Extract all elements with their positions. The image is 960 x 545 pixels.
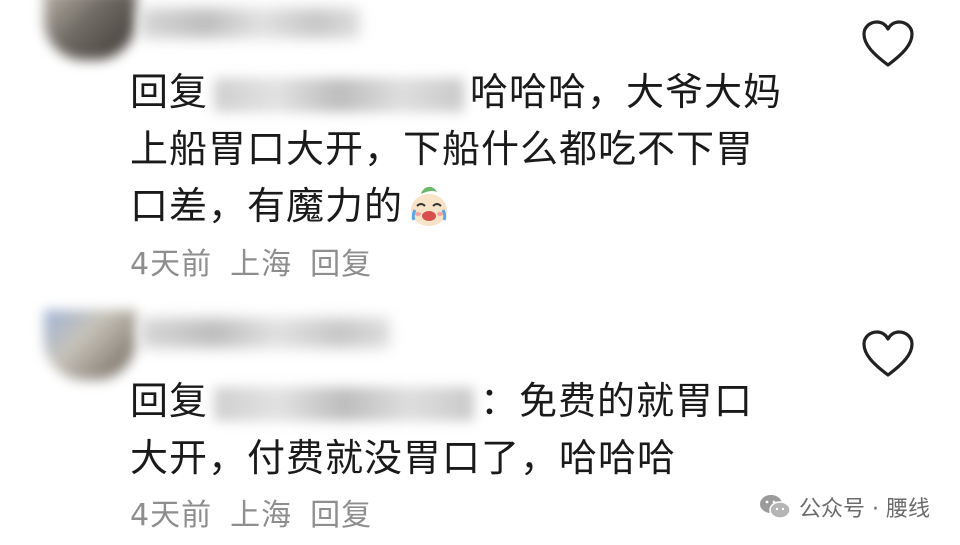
reply-button[interactable]: 回复 — [310, 247, 372, 282]
comment-time: 4天前 — [130, 498, 213, 533]
watermark: 公众号 · 腰线 — [759, 491, 930, 523]
crying-laughing-emoji-icon — [411, 186, 448, 226]
avatar[interactable] — [44, 310, 136, 380]
reply-target-redacted[interactable] — [214, 386, 475, 421]
comment-item: 回复 哈哈哈，大爷大妈上船胃口大开，下船什么都吃不下胃口差，有魔力的 4天前 上海回… — [0, 0, 960, 300]
avatar[interactable] — [44, 0, 136, 60]
comment-location: 上海 — [230, 498, 293, 533]
reply-target-redacted[interactable] — [214, 77, 465, 112]
like-heart-icon[interactable] — [860, 18, 916, 70]
comment-meta: 4天前 上海 回复 — [130, 490, 390, 534]
reply-button[interactable]: 回复 — [310, 498, 372, 533]
reply-prefix: 回复 — [130, 379, 209, 423]
like-heart-icon[interactable] — [860, 328, 916, 380]
watermark-text: 公众号 · 腰线 — [799, 497, 930, 522]
comment-text: 回复 哈哈哈，大爷大妈上船胃口大开，下船什么都吃不下胃口差，有魔力的 — [130, 64, 790, 235]
username-redacted[interactable] — [140, 318, 390, 348]
wechat-icon — [760, 495, 791, 519]
reply-prefix: 回复 — [130, 70, 209, 114]
username-redacted[interactable] — [140, 8, 360, 38]
comment-location: 上海 — [230, 247, 293, 282]
comment-meta: 4天前 上海 回复 — [130, 239, 390, 283]
comment-text: 回复 ：免费的就胃口大开，付费就没胃口了，哈哈哈 — [130, 373, 790, 487]
comment-time: 4天前 — [130, 247, 213, 282]
